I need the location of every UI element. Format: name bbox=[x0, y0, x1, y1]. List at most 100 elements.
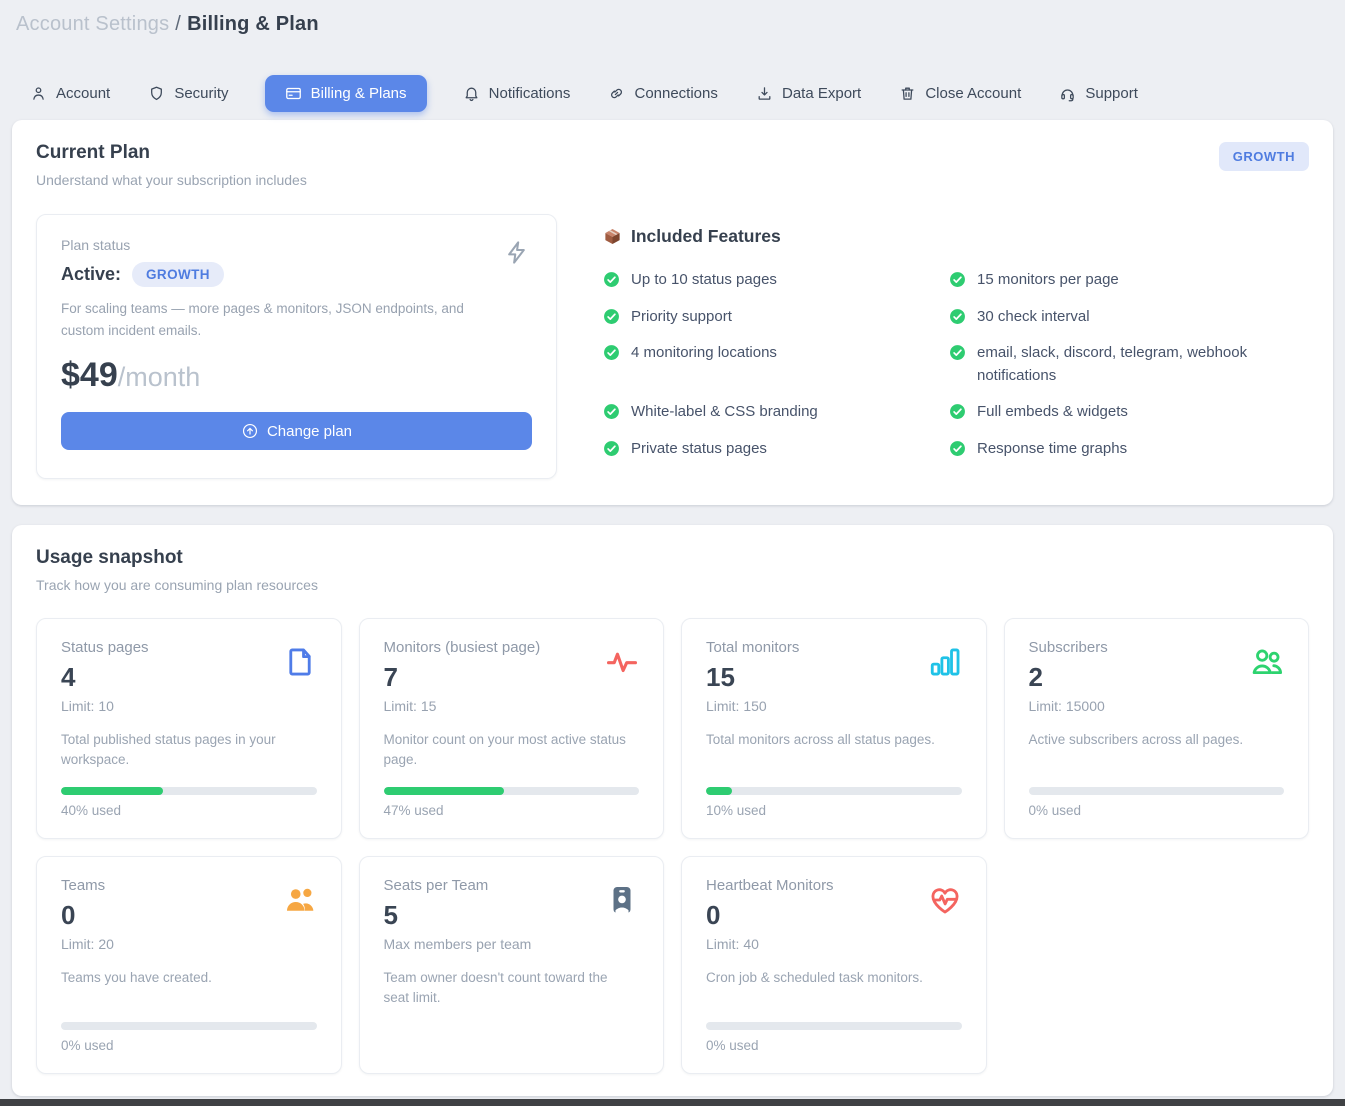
check-icon bbox=[603, 308, 620, 325]
plan-tier-badge: GROWTH bbox=[1219, 142, 1309, 171]
feature-item: White-label & CSS branding bbox=[603, 401, 949, 424]
usage-card: Status pages 4 Limit: 10 Total published… bbox=[36, 618, 342, 839]
progress-bar bbox=[61, 1022, 317, 1030]
usage-card-limit: Limit: 15000 bbox=[1029, 698, 1108, 714]
tab-billing-plans[interactable]: Billing & Plans bbox=[265, 75, 427, 112]
people-filled-icon bbox=[283, 883, 317, 917]
page-title: Billing & Plan bbox=[187, 13, 319, 35]
usage-percent-label: 40% used bbox=[61, 803, 317, 818]
tab-connections[interactable]: Connections bbox=[606, 76, 719, 111]
usage-card-limit: Limit: 20 bbox=[61, 936, 114, 952]
usage-card-description: Total published status pages in your wor… bbox=[61, 730, 317, 771]
usage-card-title: Seats per Team bbox=[384, 877, 532, 894]
pulse-icon bbox=[605, 645, 639, 679]
usage-card-value: 0 bbox=[706, 900, 834, 931]
usage-grid: Status pages 4 Limit: 10 Total published… bbox=[36, 618, 1309, 1074]
tab-security[interactable]: Security bbox=[146, 76, 230, 111]
check-icon bbox=[603, 403, 620, 420]
plan-state-badge: GROWTH bbox=[132, 262, 224, 287]
usage-card-limit: Limit: 15 bbox=[384, 698, 541, 714]
settings-page: Account Settings / Billing & Plan Account … bbox=[0, 0, 1345, 1096]
usage-card-description: Teams you have created. bbox=[61, 968, 317, 988]
usage-card-value: 4 bbox=[61, 662, 149, 693]
tab-close-account[interactable]: Close Account bbox=[897, 76, 1023, 111]
tab-label: Account bbox=[56, 85, 110, 102]
change-plan-button[interactable]: Change plan bbox=[61, 412, 532, 450]
usage-progress: 0% used bbox=[1029, 771, 1285, 818]
usage-card-value: 5 bbox=[384, 900, 532, 931]
progress-bar bbox=[384, 787, 640, 795]
feature-item: email, slack, discord, telegram, webhook… bbox=[949, 342, 1319, 387]
tab-support[interactable]: Support bbox=[1057, 76, 1140, 111]
plan-price: $49 bbox=[61, 356, 118, 395]
lightning-icon bbox=[503, 239, 530, 266]
usage-card-limit: Limit: 40 bbox=[706, 936, 834, 952]
feature-item: Up to 10 status pages bbox=[603, 269, 949, 292]
link-icon bbox=[608, 85, 625, 102]
plan-status-label: Plan status bbox=[61, 237, 532, 253]
feature-label: email, slack, discord, telegram, webhook… bbox=[977, 342, 1319, 387]
file-icon bbox=[283, 645, 317, 679]
features-grid: Up to 10 status pages 15 monitors per pa… bbox=[603, 269, 1319, 460]
usage-card-value: 7 bbox=[384, 662, 541, 693]
current-plan-card: Current Plan Understand what your subscr… bbox=[12, 120, 1333, 505]
tab-data-export[interactable]: Data Export bbox=[754, 76, 863, 111]
tab-label: Notifications bbox=[489, 85, 571, 102]
usage-card-title: Heartbeat Monitors bbox=[706, 877, 834, 894]
plan-period: /month bbox=[118, 362, 201, 393]
usage-card-title: Teams bbox=[61, 877, 114, 894]
shield-icon bbox=[148, 85, 165, 102]
tab-label: Data Export bbox=[782, 85, 861, 102]
usage-card-title: Monitors (busiest page) bbox=[384, 639, 541, 656]
download-icon bbox=[756, 85, 773, 102]
current-plan-title: Current Plan bbox=[36, 142, 307, 164]
usage-card-description: Monitor count on your most active status… bbox=[384, 730, 640, 771]
check-icon bbox=[603, 271, 620, 288]
tab-bar: Account Security Billing & Plans Notific… bbox=[28, 75, 1140, 112]
plan-state: Active: bbox=[61, 264, 121, 285]
usage-card: Total monitors 15 Limit: 150 Total monit… bbox=[681, 618, 987, 839]
usage-card: Heartbeat Monitors 0 Limit: 40 Cron job … bbox=[681, 856, 987, 1074]
feature-label: White-label & CSS branding bbox=[631, 401, 818, 424]
bell-icon bbox=[463, 85, 480, 102]
tab-notifications[interactable]: Notifications bbox=[461, 76, 573, 111]
progress-bar bbox=[61, 787, 317, 795]
breadcrumb-separator: / bbox=[175, 13, 181, 35]
usage-card-value: 15 bbox=[706, 662, 799, 693]
features-heading: Included Features bbox=[631, 226, 781, 247]
breadcrumb-section: Account Settings bbox=[16, 13, 169, 35]
feature-label: Up to 10 status pages bbox=[631, 269, 777, 292]
tab-label: Connections bbox=[634, 85, 717, 102]
tab-account[interactable]: Account bbox=[28, 76, 112, 111]
current-plan-subtitle: Understand what your subscription includ… bbox=[36, 172, 307, 188]
tab-label: Support bbox=[1085, 85, 1138, 102]
usage-card-limit: Limit: 10 bbox=[61, 698, 149, 714]
usage-card-description: Total monitors across all status pages. bbox=[706, 730, 962, 750]
check-icon bbox=[949, 271, 966, 288]
usage-progress: 0% used bbox=[706, 1006, 962, 1053]
usage-card: Monitors (busiest page) 7 Limit: 15 Moni… bbox=[359, 618, 665, 839]
usage-card-title: Total monitors bbox=[706, 639, 799, 656]
change-plan-label: Change plan bbox=[267, 423, 352, 440]
feature-label: Response time graphs bbox=[977, 438, 1127, 461]
usage-snapshot-card: Usage snapshot Track how you are consumi… bbox=[12, 525, 1333, 1096]
tab-label: Security bbox=[174, 85, 228, 102]
usage-card: Teams 0 Limit: 20 Teams you have created… bbox=[36, 856, 342, 1074]
feature-item: Full embeds & widgets bbox=[949, 401, 1319, 424]
usage-card-value: 0 bbox=[61, 900, 114, 931]
tab-label: Close Account bbox=[925, 85, 1021, 102]
people-icon bbox=[1250, 645, 1284, 679]
bars-icon bbox=[928, 645, 962, 679]
usage-card-limit: Limit: 150 bbox=[706, 698, 799, 714]
usage-card: Subscribers 2 Limit: 15000 Active subscr… bbox=[1004, 618, 1310, 839]
feature-label: Full embeds & widgets bbox=[977, 401, 1128, 424]
feature-label: Private status pages bbox=[631, 438, 767, 461]
feature-item: Response time graphs bbox=[949, 438, 1319, 461]
check-icon bbox=[949, 344, 966, 361]
check-icon bbox=[603, 440, 620, 457]
usage-card-description: Cron job & scheduled task monitors. bbox=[706, 968, 962, 988]
feature-label: 15 monitors per page bbox=[977, 269, 1119, 292]
usage-percent-label: 0% used bbox=[1029, 803, 1285, 818]
usage-card-value: 2 bbox=[1029, 662, 1108, 693]
screen-bottom-edge bbox=[0, 1099, 1345, 1106]
